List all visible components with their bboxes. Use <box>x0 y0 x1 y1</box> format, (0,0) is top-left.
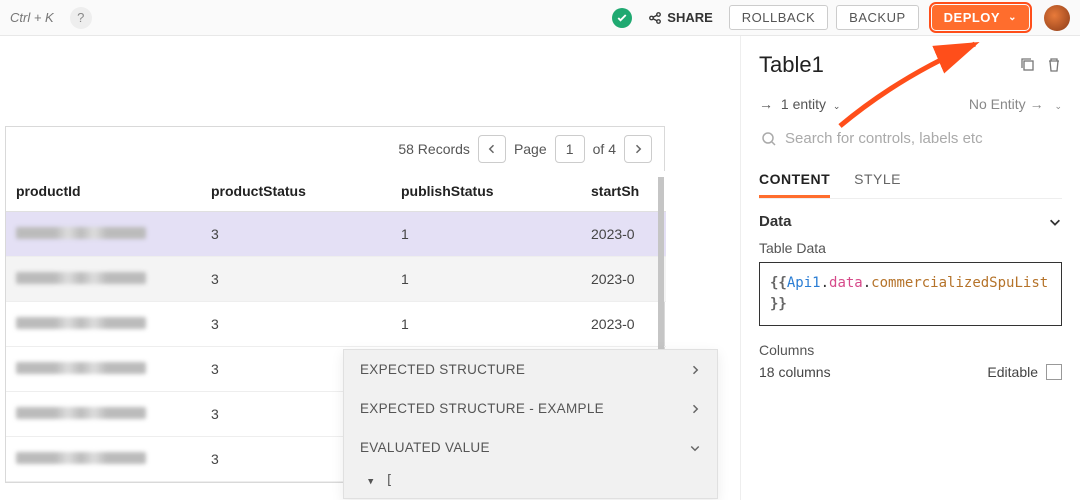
table-row[interactable]: 312023-0 <box>6 302 666 347</box>
chevron-right-icon <box>689 403 701 415</box>
popover-label: EXPECTED STRUCTURE - EXAMPLE <box>360 401 604 416</box>
col-publishStatus[interactable]: publishStatus <box>391 171 581 212</box>
table-row[interactable]: 312023-0 <box>6 257 666 302</box>
table-header-row: productId productStatus publishStatus st… <box>6 171 666 212</box>
entity-none[interactable]: No Entity → ⌄ <box>969 96 1062 112</box>
chevron-down-icon: ⌄ <box>833 101 841 111</box>
prev-page-button[interactable] <box>478 135 506 163</box>
topbar: Ctrl + K ? SHARE ROLLBACK BACKUP DEPLOY … <box>0 0 1080 36</box>
arrow-right-icon: → <box>759 96 773 112</box>
cell-productId <box>6 257 201 302</box>
popover-label: EXPECTED STRUCTURE <box>360 362 525 377</box>
of-label: of 4 <box>593 141 616 157</box>
entity-bound[interactable]: → 1 entity ⌄ <box>759 96 840 112</box>
pager: 58 Records Page 1 of 4 <box>6 127 664 171</box>
tab-content[interactable]: CONTENT <box>759 163 830 198</box>
search-input[interactable]: Search for controls, labels etc <box>759 124 1062 153</box>
rollback-button[interactable]: ROLLBACK <box>729 5 828 30</box>
delete-icon[interactable] <box>1046 57 1062 73</box>
cell-productId <box>6 392 201 437</box>
cell-productId <box>6 347 201 392</box>
deploy-highlight: DEPLOY ⌄ <box>929 2 1032 33</box>
chevron-right-icon <box>689 364 701 376</box>
current-page[interactable]: 1 <box>555 135 585 163</box>
search-icon <box>761 131 777 147</box>
cell-productStatus: 3 <box>201 212 391 257</box>
chevron-down-icon <box>1048 215 1062 229</box>
chevron-right-icon <box>632 143 644 155</box>
popover-item-expected-structure[interactable]: EXPECTED STRUCTURE <box>344 350 717 389</box>
search-placeholder: Search for controls, labels etc <box>785 130 983 147</box>
cell-productId <box>6 437 201 482</box>
tab-style[interactable]: STYLE <box>854 163 901 198</box>
shortcut-hint: Ctrl + K <box>10 10 54 25</box>
triangle-down-icon[interactable]: ▼ <box>368 477 373 487</box>
popover-label: EVALUATED VALUE <box>360 440 490 455</box>
section-data-header[interactable]: Data <box>759 213 1062 230</box>
deploy-button[interactable]: DEPLOY ⌄ <box>932 5 1029 30</box>
table-data-label: Table Data <box>759 240 1062 256</box>
cell-startSh: 2023-0 <box>581 257 666 302</box>
cell-publishStatus: 1 <box>391 257 581 302</box>
eval-popover: EXPECTED STRUCTURE EXPECTED STRUCTURE - … <box>343 349 718 499</box>
cell-startSh: 2023-0 <box>581 212 666 257</box>
table-data-input[interactable]: {{Api1.data.commercializedSpuList}} <box>759 262 1062 326</box>
cell-publishStatus: 1 <box>391 212 581 257</box>
eval-value-preview: [ <box>385 473 393 488</box>
chevron-down-icon: ⌄ <box>1054 101 1062 111</box>
editable-toggle[interactable]: Editable <box>987 364 1062 380</box>
cell-productStatus: 3 <box>201 257 391 302</box>
chevron-down-icon <box>689 442 701 454</box>
share-icon <box>648 11 662 25</box>
property-panel: Table1 → 1 entity ⌄ No Entity → ⌄ <box>740 36 1080 500</box>
cell-productStatus: 3 <box>201 302 391 347</box>
help-icon[interactable]: ? <box>70 7 92 29</box>
table-row[interactable]: 312023-0 <box>6 212 666 257</box>
editable-label: Editable <box>987 364 1038 380</box>
cell-productId <box>6 302 201 347</box>
copy-icon[interactable] <box>1020 57 1036 73</box>
cell-startSh: 2023-0 <box>581 302 666 347</box>
next-page-button[interactable] <box>624 135 652 163</box>
share-button[interactable]: SHARE <box>640 7 721 28</box>
deploy-label: DEPLOY <box>944 10 1000 25</box>
arrow-right-icon: → <box>1030 96 1044 112</box>
page-label: Page <box>514 141 547 157</box>
col-productStatus[interactable]: productStatus <box>201 171 391 212</box>
popover-item-evaluated-value[interactable]: EVALUATED VALUE <box>344 428 717 467</box>
chevron-down-icon: ⌄ <box>1008 12 1017 23</box>
columns-count: 18 columns <box>759 364 831 380</box>
chevron-left-icon <box>486 143 498 155</box>
avatar[interactable] <box>1044 5 1070 31</box>
popover-item-expected-example[interactable]: EXPECTED STRUCTURE - EXAMPLE <box>344 389 717 428</box>
canvas: 58 Records Page 1 of 4 productId product… <box>0 36 740 500</box>
panel-title[interactable]: Table1 <box>759 52 824 78</box>
evaluated-value-body: ▼ [ <box>344 467 717 498</box>
records-label: 58 Records <box>398 141 470 157</box>
backup-button[interactable]: BACKUP <box>836 5 918 30</box>
cell-publishStatus: 1 <box>391 302 581 347</box>
checkbox-icon[interactable] <box>1046 364 1062 380</box>
cell-productId <box>6 212 201 257</box>
topbar-left: Ctrl + K ? <box>10 7 92 29</box>
columns-label: Columns <box>759 342 1062 358</box>
section-data-label: Data <box>759 213 792 230</box>
status-ok-icon <box>612 8 632 28</box>
share-label: SHARE <box>667 10 713 25</box>
col-productId[interactable]: productId <box>6 171 201 212</box>
col-startSh[interactable]: startSh <box>581 171 666 212</box>
